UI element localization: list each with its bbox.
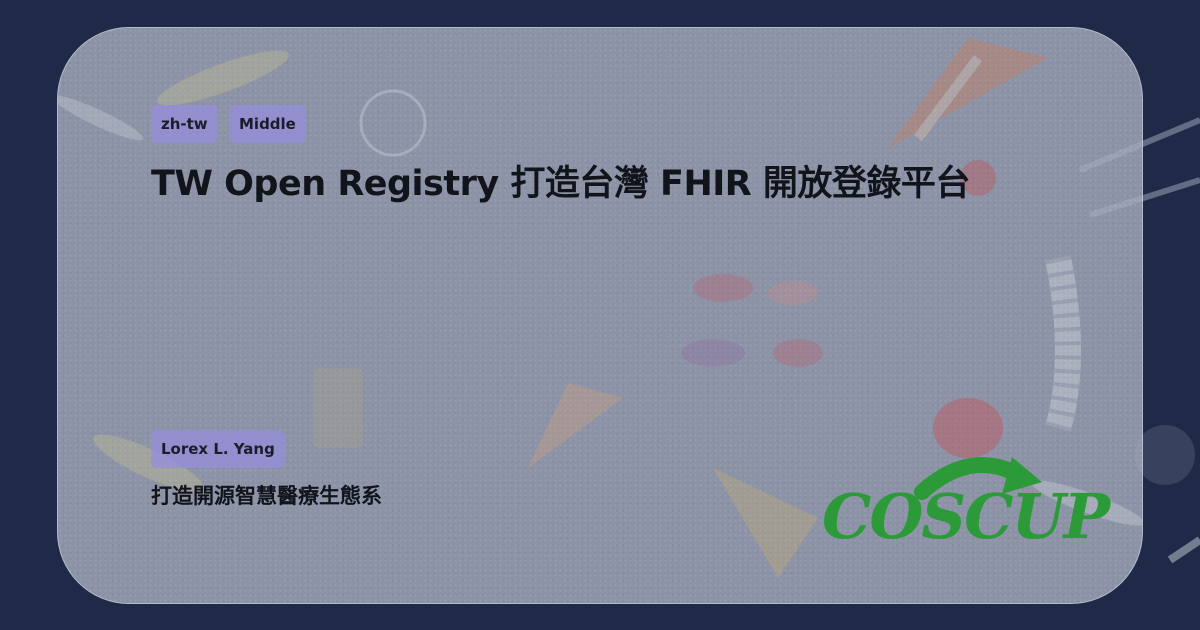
boba-tea-icon xyxy=(313,368,363,448)
bubble-icon xyxy=(359,89,427,157)
coscup-logo-text: COSCUP xyxy=(822,480,1110,553)
chopstick-left-icon xyxy=(58,95,144,141)
talk-title: TW Open Registry 打造台灣 FHIR 開放登錄平台 xyxy=(151,164,970,204)
red-flower-icon xyxy=(933,398,1003,458)
speaker-tag: Lorex L. Yang xyxy=(151,430,285,468)
pizza-slice-bottom-icon xyxy=(528,383,623,468)
background-stick-icon xyxy=(1167,536,1200,564)
snack-left-icon xyxy=(157,50,289,106)
language-tag: zh-tw xyxy=(151,105,218,143)
level-tag: Middle xyxy=(229,105,306,143)
cookie-right-icon xyxy=(773,339,823,367)
cookie-middle-icon xyxy=(768,281,818,305)
talk-subtitle: 打造開源智慧醫療生態系 xyxy=(151,484,382,508)
cookie-bottom-icon xyxy=(681,339,745,367)
cookie-top-icon xyxy=(693,274,753,302)
og-image-canvas: zh-tw Middle TW Open Registry 打造台灣 FHIR … xyxy=(0,0,1200,630)
pizza-slice-bottom-center-icon xyxy=(713,468,818,578)
background-bubble-icon xyxy=(1135,425,1195,485)
coscup-logo: COSCUP xyxy=(822,452,1110,557)
pizza-slice-top-icon xyxy=(888,38,1048,148)
